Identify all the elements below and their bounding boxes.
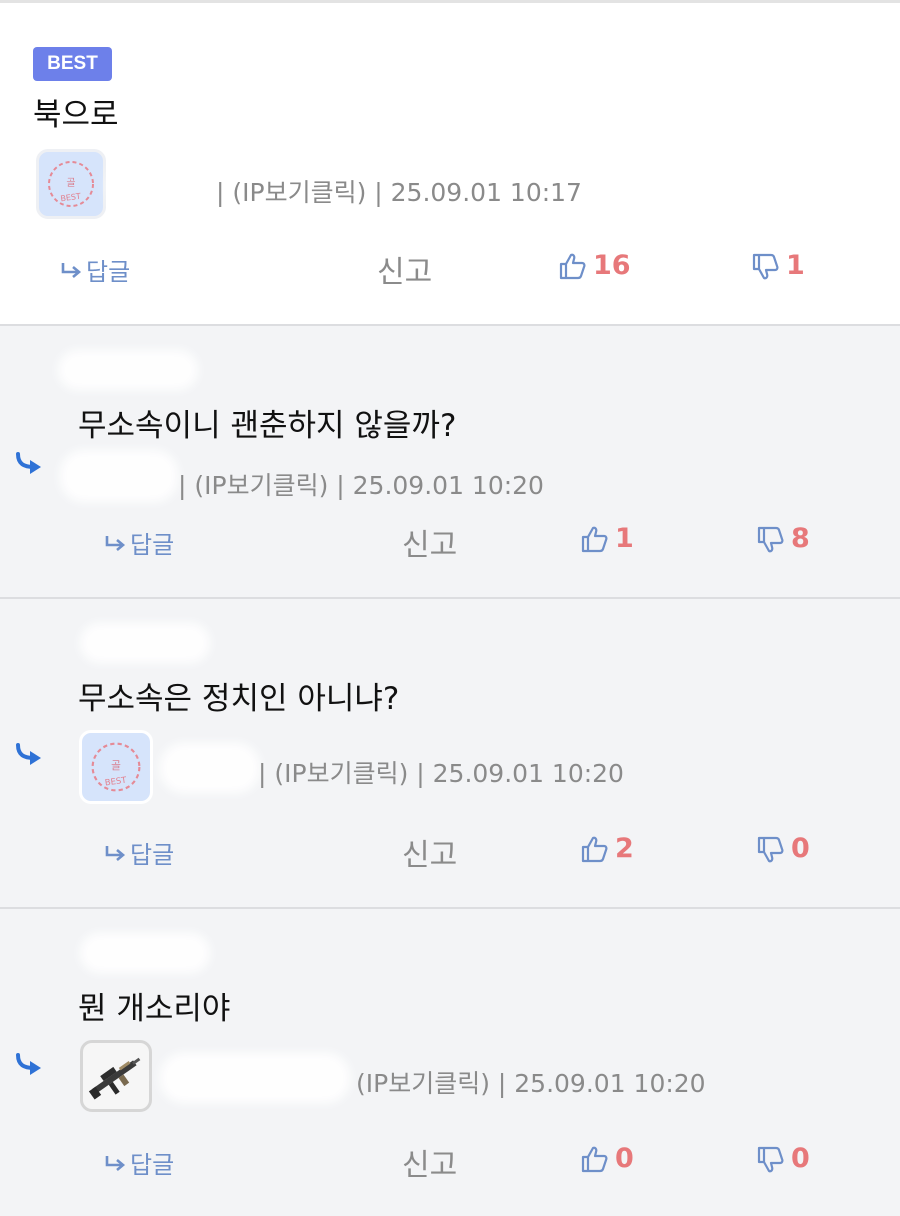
thumbs-down-icon bbox=[757, 836, 784, 862]
redacted-nickname bbox=[80, 933, 210, 973]
reply-icon bbox=[105, 535, 126, 551]
comment-meta[interactable]: (IP보기클릭) | 25.09.01 10:20 bbox=[356, 1064, 706, 1100]
reply-button[interactable]: 답글 bbox=[104, 835, 174, 870]
best-stamp-icon: 골 BEST bbox=[91, 742, 141, 792]
thumbs-up-icon bbox=[581, 836, 608, 862]
report-button[interactable]: 신고 bbox=[377, 247, 432, 291]
comment-text: 무소속이니 괜춘하지 않을까? bbox=[78, 408, 457, 444]
report-button[interactable]: 신고 bbox=[402, 1140, 457, 1184]
like-count: 2 bbox=[615, 833, 634, 864]
svg-text:골: 골 bbox=[66, 177, 75, 189]
comment-item: 무소속은 정치인 아니냐? 골 BEST | (IP보기클릭) | 25.09.… bbox=[0, 599, 900, 909]
svg-text:BEST: BEST bbox=[60, 192, 82, 204]
like-button[interactable]: 2 bbox=[579, 833, 634, 864]
thumbs-up-icon bbox=[581, 1146, 608, 1172]
reply-icon bbox=[61, 262, 82, 278]
avatar[interactable]: 골 BEST bbox=[36, 149, 106, 219]
comment-item: 뭔 개소리야 (IP보기클릭) | 25.09.01 10:20 답글 신고 0… bbox=[0, 909, 900, 1216]
thread-reply-arrow-icon bbox=[16, 743, 41, 765]
dislike-count: 8 bbox=[791, 523, 810, 554]
reply-label: 답글 bbox=[130, 1151, 175, 1179]
comment-text: 북으로 bbox=[33, 97, 119, 133]
best-badge: BEST bbox=[33, 47, 112, 81]
reply-button[interactable]: 답글 bbox=[104, 525, 174, 560]
reply-label: 답글 bbox=[130, 841, 175, 869]
thread-reply-arrow-icon bbox=[16, 1053, 41, 1075]
thumbs-down-icon bbox=[757, 526, 784, 552]
best-stamp-icon: 골 BEST bbox=[48, 161, 94, 207]
thumbs-up-icon bbox=[559, 253, 586, 279]
svg-text:골: 골 bbox=[111, 759, 121, 772]
redacted-nickname bbox=[108, 163, 218, 209]
dislike-button[interactable]: 0 bbox=[755, 833, 810, 864]
svg-text:BEST: BEST bbox=[104, 775, 128, 788]
reply-icon bbox=[105, 1155, 126, 1171]
like-button[interactable]: 16 bbox=[557, 250, 631, 281]
like-button[interactable]: 0 bbox=[579, 1143, 634, 1174]
reply-button[interactable]: 답글 bbox=[104, 1145, 174, 1180]
reply-button[interactable]: 답글 bbox=[60, 252, 130, 287]
dislike-button[interactable]: 0 bbox=[755, 1143, 810, 1174]
reply-label: 답글 bbox=[130, 531, 175, 559]
comment-item: 무소속이니 괜춘하지 않을까? | (IP보기클릭) | 25.09.01 10… bbox=[0, 326, 900, 599]
redacted-nickname bbox=[60, 450, 178, 502]
avatar[interactable]: 골 BEST bbox=[79, 730, 153, 804]
comment-text: 뭔 개소리야 bbox=[78, 991, 231, 1027]
comment-meta[interactable]: | (IP보기클릭) | 25.09.01 10:20 bbox=[178, 466, 544, 502]
like-count: 0 bbox=[615, 1143, 634, 1174]
dislike-button[interactable]: 8 bbox=[755, 523, 810, 554]
like-count: 16 bbox=[593, 250, 631, 281]
redacted-nickname bbox=[58, 350, 198, 390]
redacted-nickname bbox=[80, 623, 210, 663]
dislike-count: 1 bbox=[786, 250, 805, 281]
report-button[interactable]: 신고 bbox=[402, 830, 457, 874]
reply-icon bbox=[105, 845, 126, 861]
dislike-count: 0 bbox=[791, 833, 810, 864]
report-button[interactable]: 신고 bbox=[402, 520, 457, 564]
thumbs-down-icon bbox=[752, 253, 779, 279]
thumbs-down-icon bbox=[757, 1146, 784, 1172]
avatar[interactable] bbox=[80, 1040, 152, 1112]
thread-reply-arrow-icon bbox=[16, 452, 41, 474]
redacted-nickname bbox=[160, 743, 260, 793]
rifle-icon bbox=[88, 1057, 141, 1100]
comment-meta[interactable]: | (IP보기클릭) | 25.09.01 10:17 bbox=[216, 173, 582, 209]
dislike-button[interactable]: 1 bbox=[750, 250, 805, 281]
reply-label: 답글 bbox=[86, 258, 131, 286]
comment-item: BEST 북으로 골 BEST | (IP보기클릭) | 25.09.01 10… bbox=[0, 3, 900, 326]
like-count: 1 bbox=[615, 523, 634, 554]
like-button[interactable]: 1 bbox=[579, 523, 634, 554]
comment-text: 무소속은 정치인 아니냐? bbox=[78, 681, 400, 717]
comment-meta[interactable]: | (IP보기클릭) | 25.09.01 10:20 bbox=[258, 754, 624, 790]
thumbs-up-icon bbox=[581, 526, 608, 552]
redacted-nickname bbox=[160, 1053, 350, 1103]
dislike-count: 0 bbox=[791, 1143, 810, 1174]
